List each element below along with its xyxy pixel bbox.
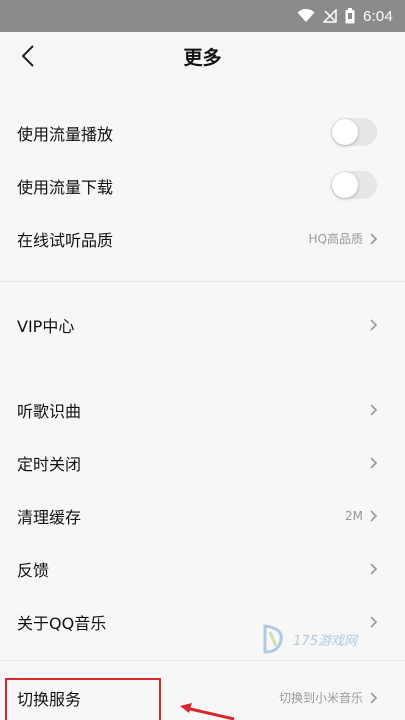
settings-group-vip: VIP中心 [0,298,405,351]
stream-play-toggle[interactable] [331,118,377,146]
chevron-right-icon [369,403,379,417]
divider [0,281,405,282]
chevron-right-icon [369,318,379,332]
setting-label: 反馈 [17,560,50,580]
setting-row-feedback[interactable]: 反馈 [0,542,405,595]
setting-label: 定时关闭 [17,454,82,474]
toggle-knob [332,172,358,198]
chevron-right-icon [369,691,379,705]
watermark-logo-icon [263,624,283,654]
divider [0,660,405,661]
setting-label: 听歌识曲 [17,401,82,421]
settings-group-tools: 听歌识曲 定时关闭 清理缓存 2M 反馈 关于QQ音乐 [0,383,405,648]
chevron-right-icon [369,562,379,576]
setting-row-clear-cache[interactable]: 清理缓存 2M [0,489,405,542]
chevron-left-icon [21,45,34,67]
settings-group-playback: 使用流量播放 使用流量下载 在线试听品质 HQ高品质 [0,106,405,265]
watermark: 175游戏网 [261,624,357,654]
status-icons: 6:04 [297,0,393,32]
toggle-knob [332,119,358,145]
signal-icon [323,9,337,23]
page-title: 更多 [183,46,222,69]
stream-download-toggle[interactable] [331,171,377,199]
battery-icon [345,8,355,24]
setting-row-stream-download[interactable]: 使用流量下载 [0,159,405,212]
setting-row-sleep-timer[interactable]: 定时关闭 [0,436,405,489]
chevron-right-icon [369,509,379,523]
chevron-right-icon [369,456,379,470]
setting-value: 切换到小米音乐 [278,691,363,705]
setting-label: 使用流量下载 [17,177,114,197]
status-bar: 6:04 [0,0,405,32]
header: 更多 [0,32,405,80]
arrow-icon [180,703,235,720]
setting-label: 使用流量播放 [17,124,114,144]
setting-row-vip-center[interactable]: VIP中心 [0,298,405,351]
watermark-text: 175游戏网 [293,633,357,649]
wifi-icon [297,9,315,22]
setting-row-audio-quality[interactable]: 在线试听品质 HQ高品质 [0,212,405,265]
setting-label: VIP中心 [17,316,75,336]
status-time: 6:04 [363,7,393,25]
chevron-right-icon [369,615,379,629]
setting-label: 在线试听品质 [17,230,114,250]
setting-row-stream-play[interactable]: 使用流量播放 [0,106,405,159]
back-button[interactable] [14,42,42,70]
setting-label: 清理缓存 [17,507,82,527]
setting-value: 2M [345,508,363,523]
chevron-right-icon [369,232,379,246]
highlight-box [5,678,161,720]
setting-value: HQ高品质 [308,232,363,246]
setting-row-song-recognition[interactable]: 听歌识曲 [0,383,405,436]
